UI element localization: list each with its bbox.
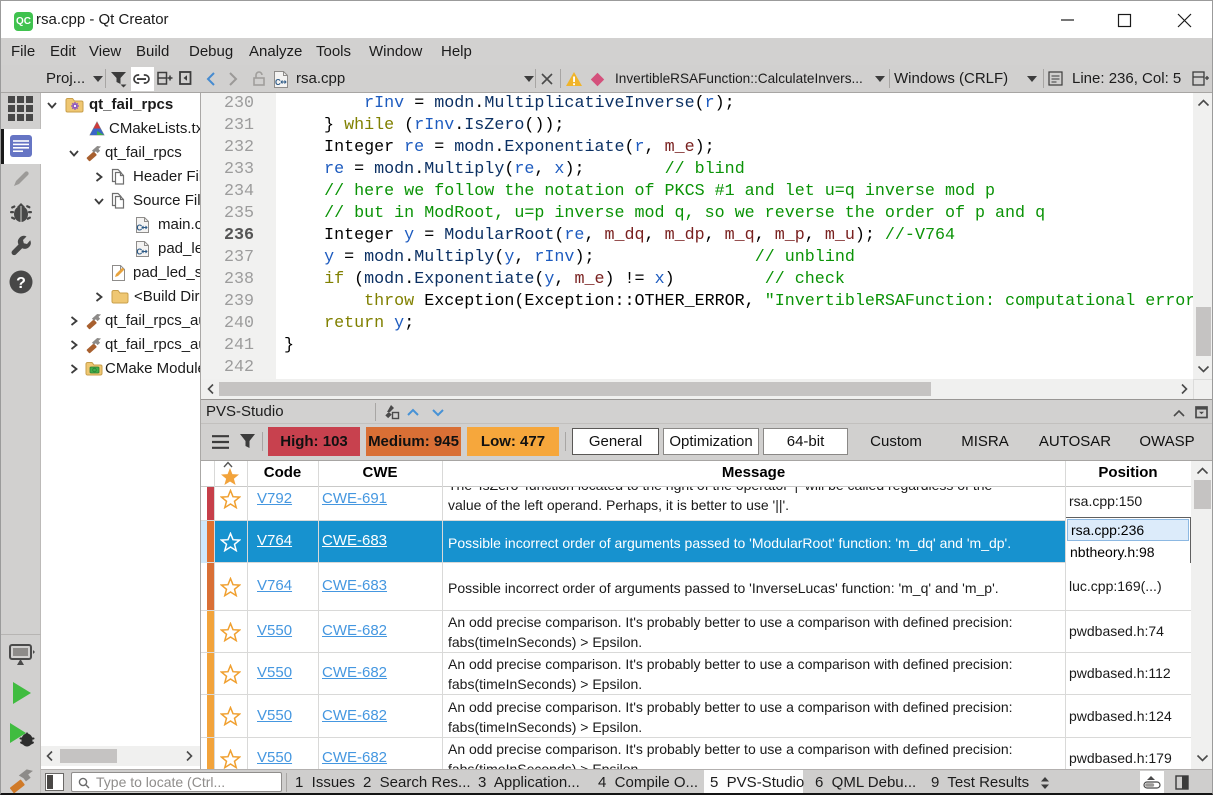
- svg-text:C: C: [137, 248, 143, 257]
- svg-text:C: C: [137, 224, 143, 233]
- svg-text:C: C: [275, 78, 281, 87]
- svg-text:?: ?: [16, 275, 26, 292]
